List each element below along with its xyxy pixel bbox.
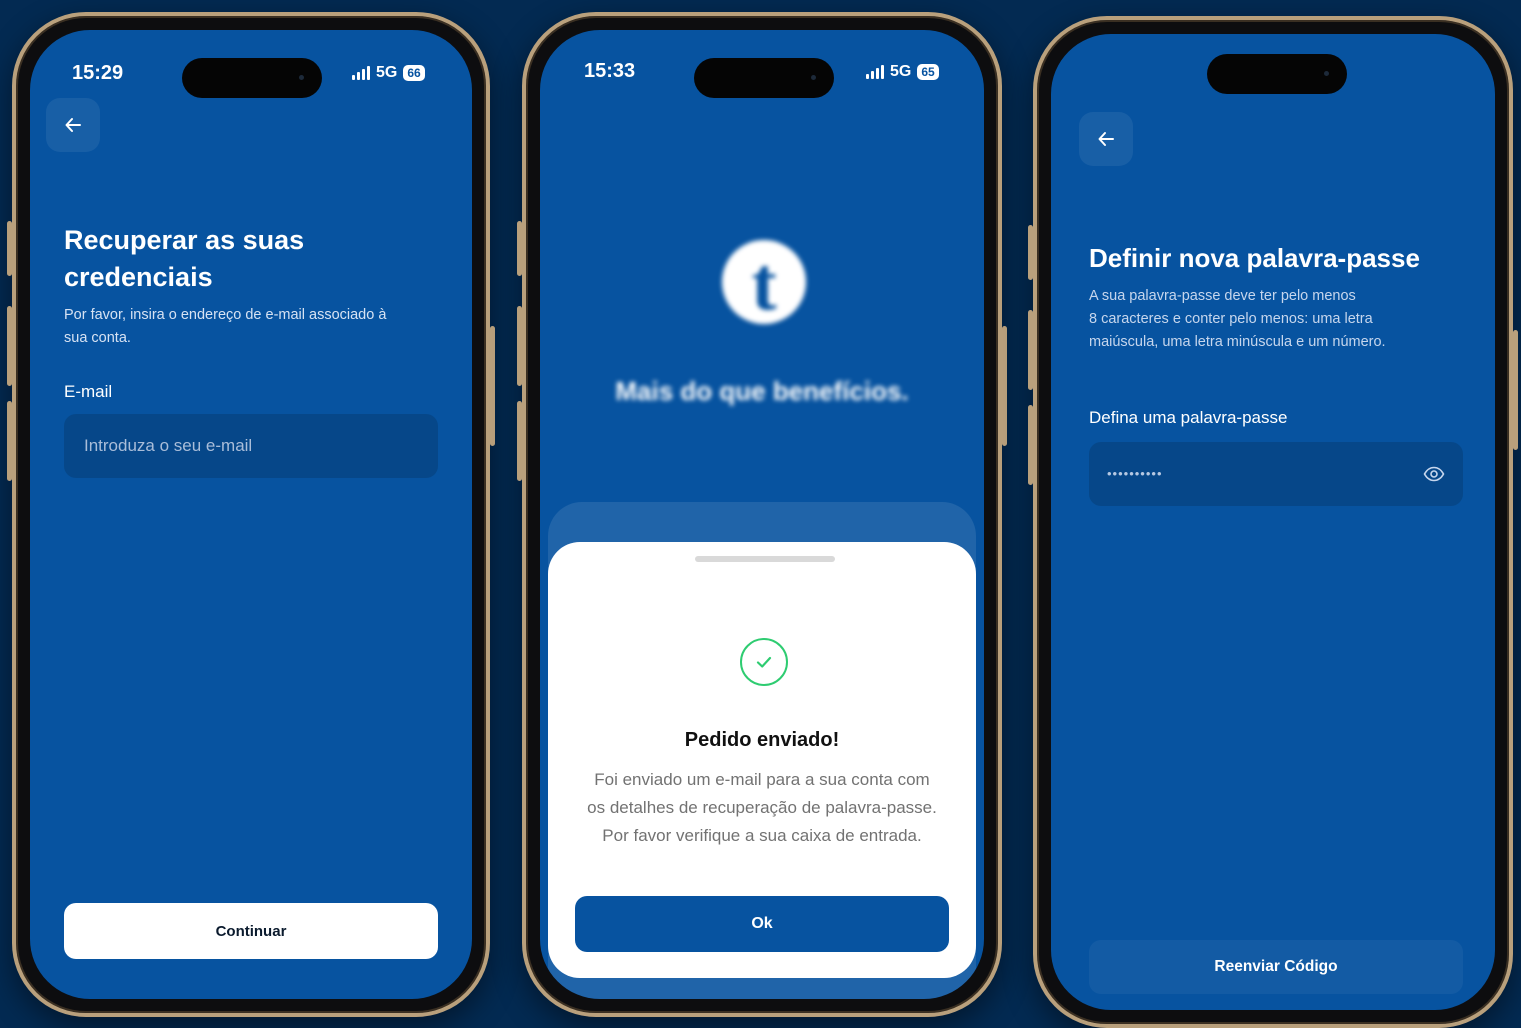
phone-request-sent: 15:33 5G 65 t Mais do que benefícios. Pe… — [517, 12, 1007, 1017]
screen: Definir nova palavra-passe A sua palavra… — [1051, 34, 1495, 1010]
signal-icon — [866, 65, 884, 79]
password-input[interactable]: •••••••••• — [1089, 442, 1463, 506]
password-masked-value: •••••••••• — [1107, 466, 1163, 481]
volume-button — [517, 306, 522, 386]
network-label: 5G — [376, 64, 398, 81]
battery-icon: 65 — [917, 64, 939, 80]
page-title: Recuperar as suas credenciais — [64, 222, 304, 296]
back-button[interactable] — [1079, 112, 1133, 166]
brand-logo-letter: t — [751, 242, 777, 326]
email-label: E-mail — [64, 382, 113, 401]
power-button — [1002, 326, 1007, 446]
volume-button — [7, 306, 12, 386]
arrow-left-icon — [1098, 132, 1114, 146]
battery-icon: 66 — [403, 65, 425, 81]
sheet-message-line: Foi enviado um e-mail para a sua conta c… — [594, 770, 930, 789]
check-circle-icon — [740, 638, 788, 686]
subtitle-line: Por favor, insira o endereço de e-mail a… — [64, 307, 387, 323]
back-button[interactable] — [46, 98, 100, 152]
volume-button — [517, 401, 522, 481]
dynamic-island — [694, 58, 834, 98]
status-bar-right: 5G 66 — [352, 64, 425, 82]
sheet-handle[interactable] — [695, 556, 835, 562]
network-label: 5G — [890, 63, 912, 80]
arrow-left-icon — [65, 118, 81, 132]
sheet-message: Foi enviado um e-mail para a sua conta c… — [548, 766, 976, 850]
volume-button — [7, 401, 12, 481]
email-input[interactable] — [64, 414, 438, 478]
subtitle-line: maiúscula, uma letra minúscula e um núme… — [1089, 334, 1386, 350]
page-subtitle: Por favor, insira o endereço de e-mail a… — [64, 304, 464, 350]
screen: 15:29 5G 66 Recuperar as suas credenciai… — [30, 30, 472, 999]
ok-button[interactable]: Ok — [575, 896, 949, 952]
signal-icon — [352, 66, 370, 80]
sheet-message-line: Por favor verifique a sua caixa de entra… — [602, 826, 922, 845]
success-sheet: Pedido enviado! Foi enviado um e-mail pa… — [548, 542, 976, 978]
subtitle-line: A sua palavra-passe deve ter pelo menos — [1089, 288, 1356, 304]
status-time: 15:33 — [584, 60, 636, 82]
brand-logo: t — [722, 240, 806, 324]
phone-new-password: Definir nova palavra-passe A sua palavra… — [1028, 16, 1518, 1028]
brand-tagline: Mais do que benefícios. — [615, 376, 909, 406]
volume-button — [1028, 310, 1033, 390]
status-bar-right: 5G 65 — [866, 63, 939, 81]
page-subtitle: A sua palavra-passe deve ter pelo menos … — [1089, 285, 1469, 354]
sheet-title: Pedido enviado! — [684, 729, 840, 751]
page-title: Definir nova palavra-passe — [1089, 243, 1420, 273]
subtitle-line: sua conta. — [64, 330, 131, 346]
screen: 15:33 5G 65 t Mais do que benefícios. Pe… — [540, 30, 984, 999]
continue-button[interactable]: Continuar — [64, 903, 438, 959]
eye-icon[interactable] — [1423, 466, 1445, 482]
volume-button — [1028, 405, 1033, 485]
volume-button — [517, 221, 522, 276]
dynamic-island — [1207, 54, 1347, 94]
dynamic-island — [182, 58, 322, 98]
page-title-line: Recuperar as suas — [64, 225, 305, 255]
resend-code-button[interactable]: Reenviar Código — [1089, 940, 1463, 994]
subtitle-line: 8 caracteres e conter pelo menos: uma le… — [1089, 311, 1373, 327]
volume-button — [7, 221, 12, 276]
power-button — [490, 326, 495, 446]
page-title-line: credenciais — [64, 262, 213, 292]
power-button — [1513, 330, 1518, 450]
password-label: Defina uma palavra-passe — [1089, 408, 1288, 427]
phone-recover-credentials: 15:29 5G 66 Recuperar as suas credenciai… — [7, 12, 495, 1017]
status-time: 15:29 — [72, 62, 124, 84]
sheet-message-line: os detalhes de recuperação de palavra-pa… — [587, 798, 937, 817]
volume-button — [1028, 225, 1033, 280]
